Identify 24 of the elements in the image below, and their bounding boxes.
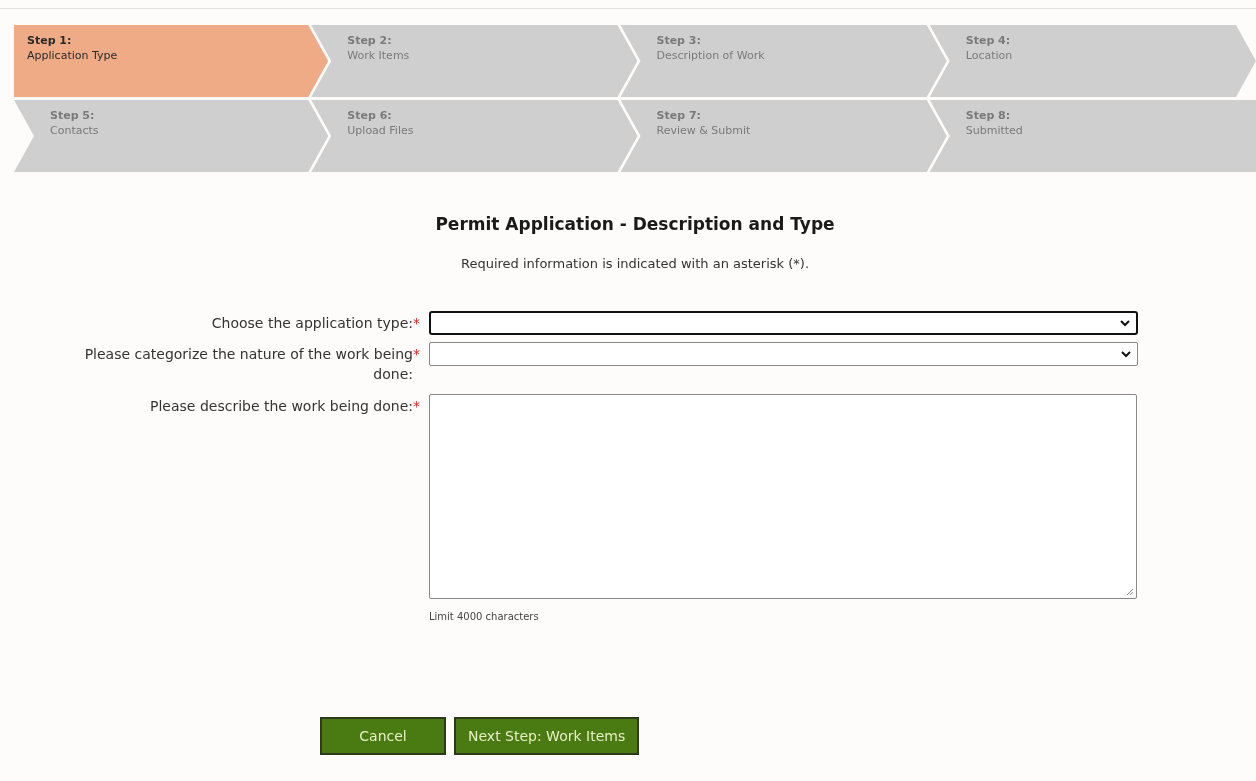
next-step-button[interactable]: Next Step: Work Items	[454, 717, 640, 755]
step-tab[interactable]: Step 7: Review & Submit	[620, 100, 947, 172]
step-tab[interactable]: Step 8: Submitted	[929, 100, 1256, 172]
required-asterisk: *	[413, 397, 420, 416]
page-heading: Permit Application - Description and Type	[435, 213, 835, 236]
required-asterisk: *	[413, 345, 420, 364]
required-asterisk: *	[413, 314, 420, 333]
step-tab[interactable]: Step 6: Upload Files	[311, 100, 638, 172]
field-label: Please describe the work being done:	[149, 397, 413, 416]
chevron-down-icon	[1120, 319, 1130, 327]
dropdown-field[interactable]	[429, 342, 1138, 366]
step-tab[interactable]: Step 1: Application Type	[14, 25, 329, 97]
cancel-button[interactable]: Cancel	[320, 717, 446, 755]
character-limit-hint: Limit 4000 characters	[429, 610, 540, 624]
step-tab[interactable]: Step 2: Work Items	[311, 25, 638, 97]
step-tab[interactable]: Step 3: Description of Work	[620, 25, 947, 97]
step-tab[interactable]: Step 4: Location	[929, 25, 1256, 97]
chevron-down-icon	[1121, 350, 1131, 358]
step-tab[interactable]: Step 5: Contacts	[14, 100, 329, 172]
field-label: Choose the application type:	[210, 314, 413, 333]
resize-handle-icon[interactable]	[1126, 588, 1134, 596]
dropdown-field[interactable]	[429, 311, 1138, 335]
required-note: Required information is indicated with an asterisk (*).	[461, 254, 809, 273]
field-label: Please categorize the nature of the work being done:	[83, 345, 413, 384]
